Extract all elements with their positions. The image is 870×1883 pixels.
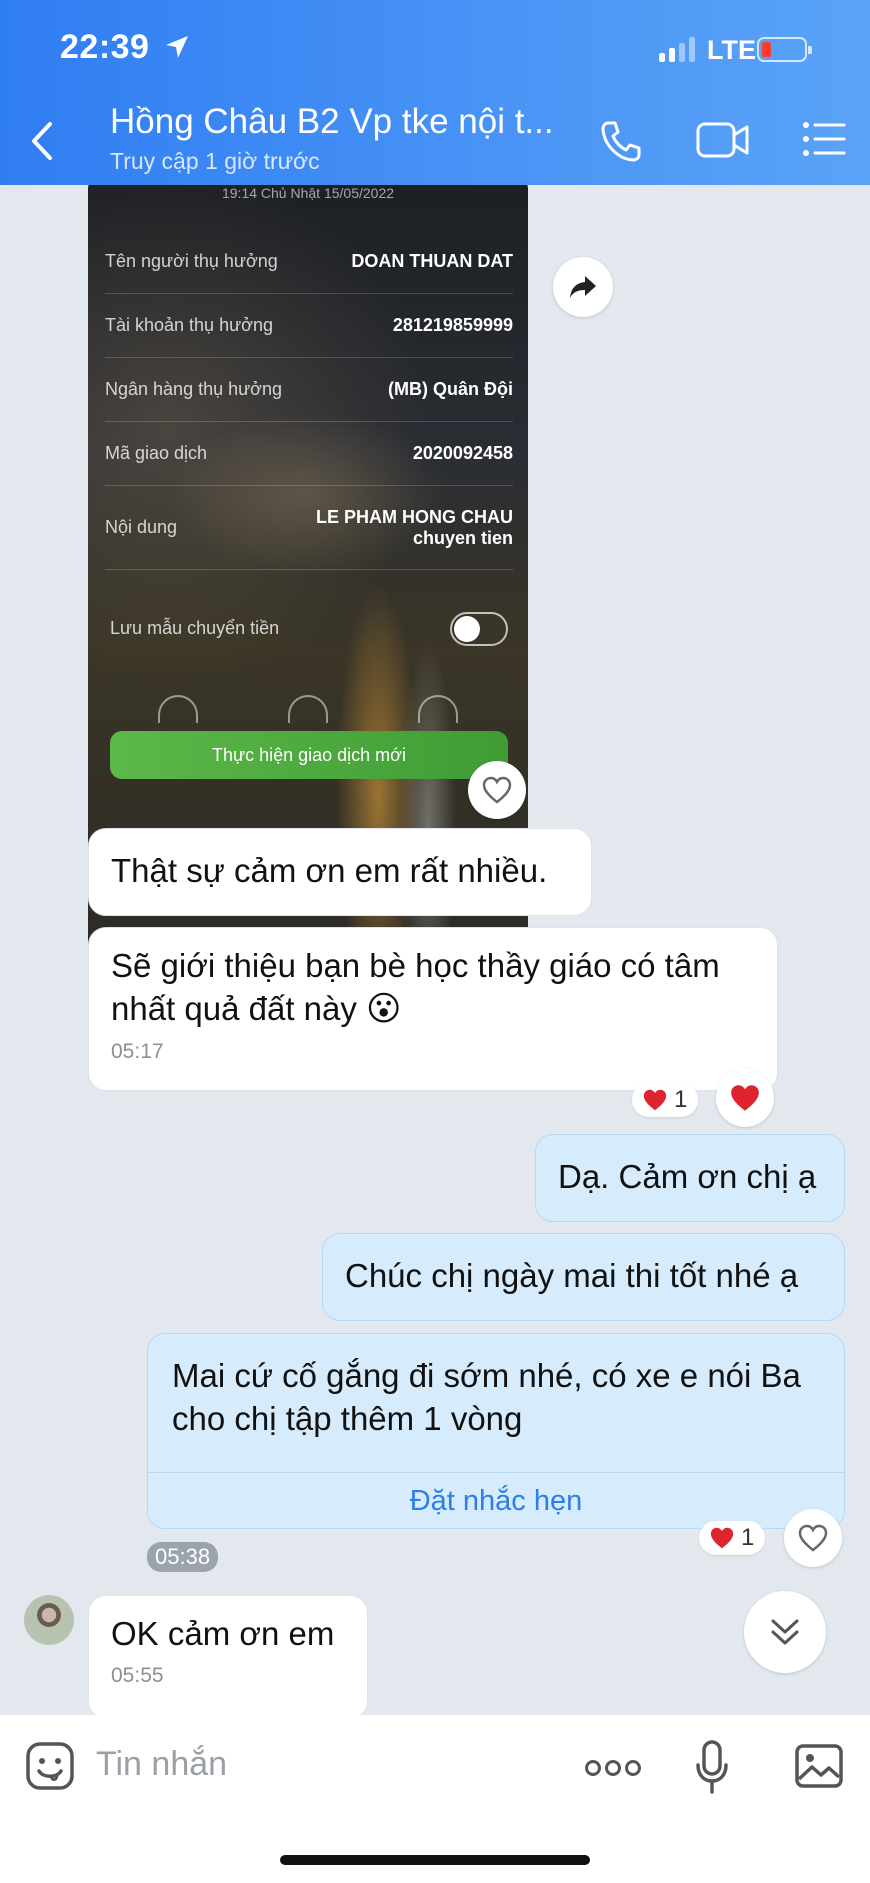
message-time: 05:17 bbox=[111, 1040, 164, 1063]
last-seen-status: Truy cập 1 giờ trước bbox=[110, 148, 320, 174]
video-call-icon[interactable] bbox=[696, 120, 750, 160]
receipt-row: Mã giao dịch 2020092458 bbox=[105, 422, 513, 486]
signal-icon bbox=[659, 36, 695, 62]
reaction-number: 1 bbox=[741, 1524, 755, 1551]
contact-avatar[interactable] bbox=[24, 1595, 74, 1645]
message-text: OK cảm ơn em bbox=[111, 1615, 335, 1652]
receipt-action-icons bbox=[158, 695, 458, 723]
receipt-row: Nội dung LE PHAM HONG CHAU chuyen tien bbox=[105, 486, 513, 570]
battery-icon bbox=[757, 37, 812, 62]
message-text: cho chị tập thêm 1 vòng bbox=[172, 1400, 523, 1437]
share-arrow-icon bbox=[570, 276, 596, 298]
receipt-label: Ngân hàng thụ hưởng bbox=[105, 379, 282, 399]
receipt-value-line: LE PHAM HONG CHAU bbox=[316, 506, 513, 527]
like-button[interactable] bbox=[468, 761, 526, 819]
message-text: Chúc chị ngày mai thi tốt nhé ạ bbox=[345, 1257, 799, 1294]
message-text: Sẽ giới thiệu bạn bè học thầy giáo có tâ… bbox=[111, 947, 720, 984]
receipt-value: (MB) Quân Đội bbox=[388, 379, 513, 399]
network-type: LTE bbox=[707, 35, 756, 65]
receipt-value: 2020092458 bbox=[412, 443, 513, 463]
like-button[interactable] bbox=[784, 1509, 842, 1567]
message-text: Dạ. Cảm ơn chị ạ bbox=[558, 1158, 817, 1195]
receipt-label: Tên người thụ hưởng bbox=[105, 251, 278, 271]
message-bubble-outgoing[interactable]: Mai cứ cố gắng đi sớm nhé, có xe e nói B… bbox=[147, 1333, 845, 1529]
receipt-row: Tên người thụ hưởng DOAN THUAN DAT bbox=[105, 230, 513, 294]
back-icon[interactable] bbox=[26, 118, 62, 164]
receipt-label: Mã giao dịch bbox=[105, 443, 208, 463]
heart-icon bbox=[643, 1089, 667, 1111]
microphone-icon[interactable] bbox=[694, 1739, 730, 1795]
receipt-label: Tài khoản thụ hưởng bbox=[105, 315, 273, 335]
save-template-toggle bbox=[450, 612, 508, 646]
heart-icon bbox=[710, 1527, 734, 1549]
save-template-label: Lưu mẫu chuyển tiền bbox=[110, 618, 280, 638]
reaction-count[interactable]: 1 bbox=[632, 1083, 698, 1117]
forward-button[interactable] bbox=[553, 257, 613, 317]
status-time: 22:39 bbox=[60, 28, 150, 66]
reaction-count[interactable]: 1 bbox=[699, 1521, 765, 1555]
message-bubble-incoming[interactable]: OK cảm ơn em 05:55 bbox=[88, 1595, 368, 1715]
receipt-value: 281219859999 bbox=[392, 315, 513, 335]
message-input[interactable]: Tin nhắn bbox=[96, 1745, 227, 1784]
heart-filled-icon bbox=[731, 1085, 759, 1111]
heart-outline-icon bbox=[482, 776, 512, 804]
menu-list-icon[interactable] bbox=[802, 120, 846, 158]
message-text: nhất quả đất này bbox=[111, 990, 357, 1027]
message-bubble-incoming[interactable]: Sẽ giới thiệu bạn bè học thầy giáo có tâ… bbox=[88, 927, 778, 1091]
sticker-icon[interactable] bbox=[25, 1741, 75, 1791]
message-bubble-incoming[interactable]: Thật sự cảm ơn em rất nhiều. bbox=[88, 828, 592, 916]
phone-call-icon[interactable] bbox=[598, 118, 644, 164]
emoji-icon: 😮 bbox=[366, 990, 402, 1028]
scroll-to-bottom-button[interactable] bbox=[744, 1591, 826, 1673]
receipt-value-line: chuyen tien bbox=[412, 527, 513, 548]
heart-outline-icon bbox=[798, 1524, 828, 1552]
double-chevron-down-icon bbox=[771, 1619, 799, 1645]
receipt-row: Tài khoản thụ hưởng 281219859999 bbox=[105, 294, 513, 358]
receipt-label: Nội dung bbox=[105, 517, 178, 537]
reaction-number: 1 bbox=[674, 1086, 688, 1113]
receipt-row: Ngân hàng thụ hưởng (MB) Quân Đội bbox=[105, 358, 513, 422]
message-time-chip: 05:38 bbox=[147, 1542, 219, 1572]
receipt-datetime: 19:14 Chủ Nhật 15/05/2022 bbox=[221, 185, 395, 201]
new-transaction-button: Thực hiện giao dịch mới bbox=[110, 731, 508, 779]
message-text-line: nhất quả đất này 😮 bbox=[111, 987, 755, 1031]
reacted-heart-button[interactable] bbox=[716, 1069, 774, 1127]
message-body: Mai cứ cố gắng đi sớm nhé, có xe e nói B… bbox=[148, 1334, 844, 1472]
location-arrow-icon bbox=[166, 36, 188, 58]
message-bubble-outgoing[interactable]: Chúc chị ngày mai thi tốt nhé ạ bbox=[322, 1233, 845, 1321]
message-text: Mai cứ cố gắng đi sớm nhé, có xe e nói B… bbox=[172, 1357, 801, 1394]
chat-title[interactable]: Hồng Châu B2 Vp tke nội t... bbox=[110, 102, 580, 142]
receipt-value: DOAN THUAN DAT bbox=[351, 251, 513, 271]
message-time: 05:55 bbox=[111, 1664, 164, 1687]
message-text: Thật sự cảm ơn em rất nhiều. bbox=[111, 852, 548, 889]
message-bubble-outgoing[interactable]: Dạ. Cảm ơn chị ạ bbox=[535, 1134, 845, 1222]
receipt-value: LE PHAM HONG CHAU chuyen tien bbox=[316, 507, 513, 549]
chat-area[interactable]: 19:14 Chủ Nhật 15/05/2022 Tên người thụ … bbox=[0, 185, 870, 1715]
image-gallery-icon[interactable] bbox=[794, 1743, 844, 1789]
more-options-icon[interactable] bbox=[585, 1759, 641, 1777]
chat-header: 22:39 LTE Hồng Châu B2 Vp tke nội t... T… bbox=[0, 0, 870, 185]
set-reminder-button[interactable]: Đặt nhắc hẹn bbox=[148, 1472, 844, 1528]
home-indicator bbox=[280, 1855, 590, 1865]
